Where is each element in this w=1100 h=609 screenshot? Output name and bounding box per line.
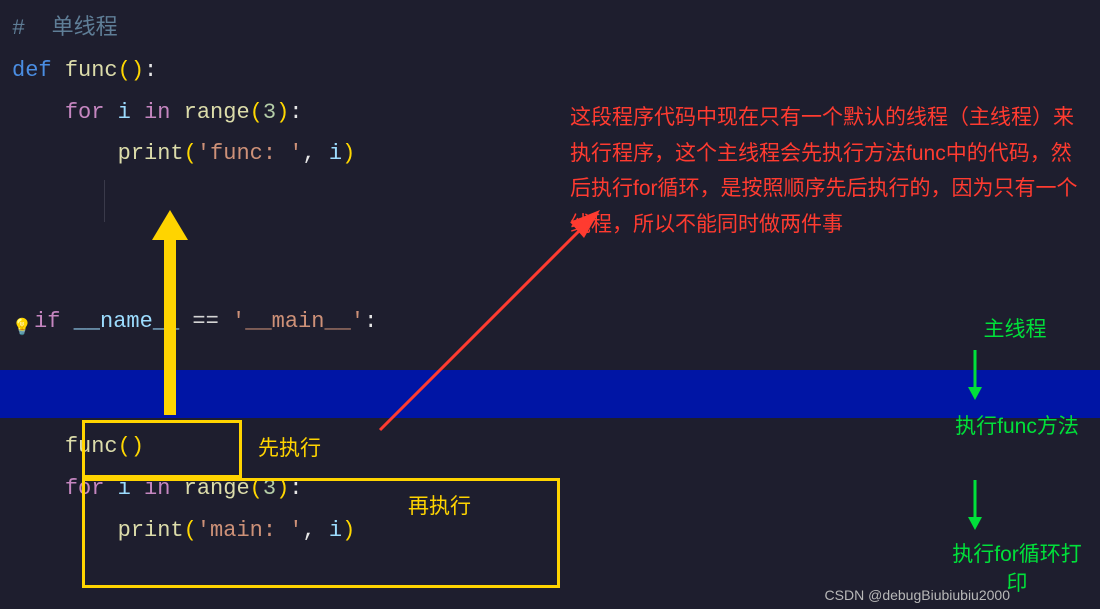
code-line: 💡if __name__ == '__main__': <box>12 301 1100 343</box>
comment: # 单线程 <box>12 16 118 41</box>
annotation-exec-func: 执行func方法 <box>952 412 1082 441</box>
builtin-range: range <box>184 476 250 501</box>
annotation-second-exec: 再执行 <box>408 490 471 520</box>
lightbulb-icon[interactable]: 💡 <box>12 313 28 329</box>
code-line <box>12 384 1100 426</box>
keyword-for: for <box>65 476 105 501</box>
code-editor[interactable]: # 单线程 def func(): for i in range(3): pri… <box>0 0 1100 551</box>
keyword-if: if <box>34 309 60 334</box>
keyword-in: in <box>144 100 170 125</box>
code-line: func() <box>12 426 1100 468</box>
annotation-explanation: 这段程序代码中现在只有一个默认的线程（主线程）来执行程序，这个主线程会先执行方法… <box>570 100 1080 243</box>
function-name: func <box>65 58 118 83</box>
code-line: print('main: ', i) <box>12 510 1100 552</box>
code-line <box>12 259 1100 301</box>
keyword-for: for <box>65 100 105 125</box>
annotation-first-exec: 先执行 <box>258 432 321 462</box>
code-line <box>12 342 1100 384</box>
function-call: func <box>65 434 118 459</box>
code-line: # 单线程 <box>12 8 1100 50</box>
keyword-in: in <box>144 476 170 501</box>
keyword-def: def <box>12 58 52 83</box>
builtin-range: range <box>184 100 250 125</box>
annotation-main-thread: 主线程 <box>960 315 1070 344</box>
code-line: for i in range(3): <box>12 468 1100 510</box>
watermark: CSDN @debugBiubiubiu2000 <box>825 587 1010 603</box>
builtin-print: print <box>118 141 184 166</box>
code-line: def func(): <box>12 50 1100 92</box>
builtin-print: print <box>118 518 184 543</box>
